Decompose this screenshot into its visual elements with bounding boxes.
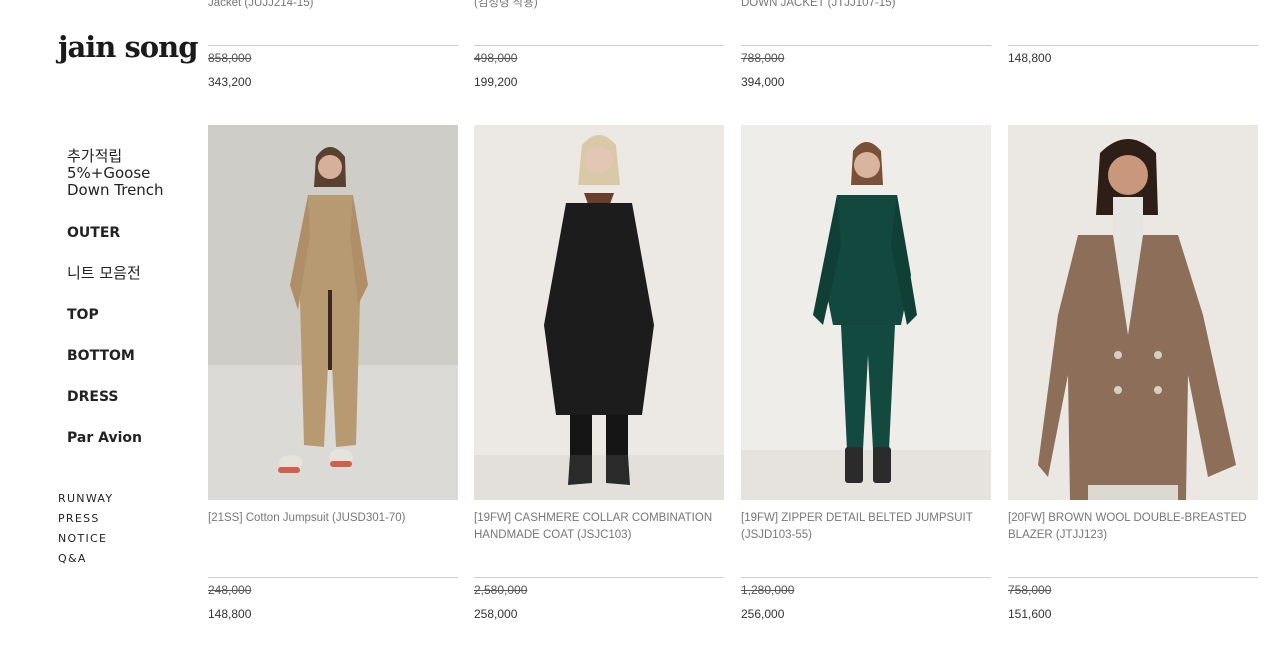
product-card[interactable]: [19FW] CASHMERE COLLAR COMBINATION HANDM… (474, 510, 724, 621)
price-divider (741, 577, 991, 578)
nav-item-qna[interactable]: Q&A (58, 552, 87, 565)
product-title[interactable]: [19FW] CASHMERE COLLAR COMBINATION HANDM… (474, 510, 724, 544)
nav-item-goose-down-trench[interactable]: 추가적립 5%+Goose Down Trench (67, 148, 164, 199)
original-price: 498,000 (474, 51, 518, 65)
brand-logo[interactable]: jain song (58, 30, 199, 64)
sale-price: 256,000 (741, 607, 785, 621)
nav-item-dress[interactable]: DRESS (67, 389, 119, 406)
product-title[interactable]: DOWN JACKET (JTJJ107-15) (741, 0, 991, 15)
sale-price: 151,600 (1008, 607, 1052, 621)
brown-blazer-photo[interactable] (1008, 125, 1258, 500)
product-title[interactable]: (김성령 착용) (474, 0, 724, 15)
original-price: 1,280,000 (741, 583, 795, 597)
original-price: 788,000 (741, 51, 785, 65)
product-card-top[interactable]: (김성령 착용) 498,000 199,200 (474, 0, 724, 89)
price-divider (208, 577, 458, 578)
sale-price: 148,800 (1008, 51, 1052, 65)
nav-item-notice[interactable]: NOTICE (58, 532, 107, 545)
price-divider (741, 45, 991, 46)
sale-price: 258,000 (474, 607, 518, 621)
sale-price: 148,800 (208, 607, 252, 621)
price-divider (208, 45, 458, 46)
black-coat-photo[interactable] (474, 125, 724, 500)
nav-item-bottom[interactable]: BOTTOM (67, 348, 135, 365)
nav-item-top[interactable]: TOP (67, 307, 99, 324)
product-card[interactable]: [19FW] ZIPPER DETAIL BELTED JUMPSUIT (JS… (741, 510, 991, 621)
nav-item-press[interactable]: PRESS (58, 512, 100, 525)
nav-item-outer[interactable]: OUTER (67, 225, 120, 242)
product-title[interactable]: Jacket (JUJJ214-15) (208, 0, 458, 15)
green-jumpsuit-photo[interactable] (741, 125, 991, 500)
original-price: 248,000 (208, 583, 252, 597)
nav-item-knit[interactable]: 니트 모음전 (67, 265, 141, 282)
product-card-top[interactable]: Jacket (JUJJ214-15) 858,000 343,200 (208, 0, 458, 89)
sale-price: 343,200 (208, 75, 252, 89)
price-divider (1008, 577, 1258, 578)
original-price: 758,000 (1008, 583, 1052, 597)
product-card-top[interactable]: DOWN JACKET (JTJJ107-15) 788,000 394,000 (741, 0, 991, 89)
beige-jumpsuit-photo[interactable] (208, 125, 458, 500)
original-price: 2,580,000 (474, 583, 528, 597)
product-card[interactable]: [20FW] BROWN WOOL DOUBLE-BREASTED BLAZER… (1008, 510, 1258, 621)
sale-price: 394,000 (741, 75, 785, 89)
price-divider (474, 577, 724, 578)
nav-item-par-avion[interactable]: Par Avion (67, 430, 142, 447)
product-card[interactable]: [21SS] Cotton Jumpsuit (JUSD301-70) 248,… (208, 510, 458, 621)
nav-item-runway[interactable]: RUNWAY (58, 492, 113, 505)
product-title[interactable]: [20FW] BROWN WOOL DOUBLE-BREASTED BLAZER… (1008, 510, 1258, 544)
price-divider (474, 45, 724, 46)
sale-price: 199,200 (474, 75, 518, 89)
product-title[interactable]: [19FW] ZIPPER DETAIL BELTED JUMPSUIT (JS… (741, 510, 991, 544)
product-title[interactable]: [21SS] Cotton Jumpsuit (JUSD301-70) (208, 510, 458, 544)
price-divider (1008, 45, 1258, 46)
original-price: 858,000 (208, 51, 252, 65)
